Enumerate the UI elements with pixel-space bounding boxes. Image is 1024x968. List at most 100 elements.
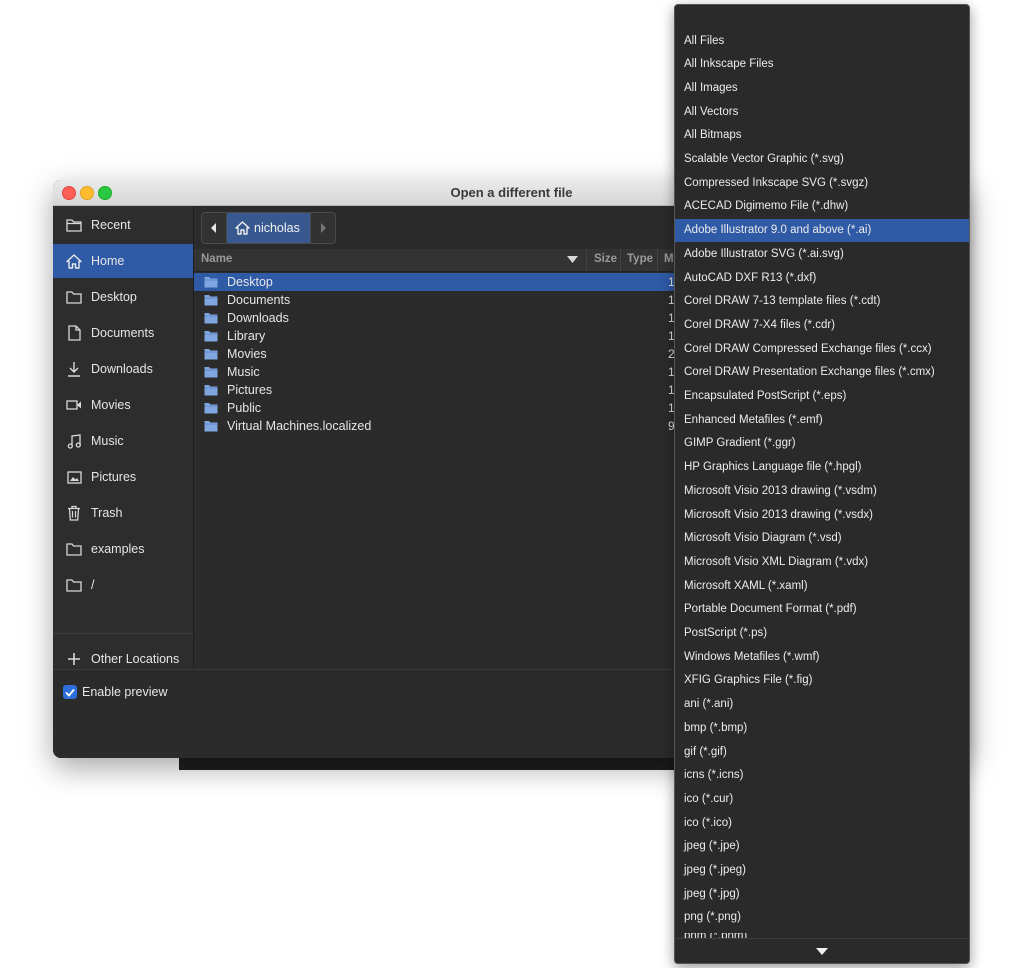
- column-header-modified[interactable]: M: [664, 253, 674, 265]
- file-name: Pictures: [227, 383, 273, 397]
- menu-item[interactable]: XFIG Graphics File (*.fig): [675, 669, 969, 692]
- menu-item[interactable]: Windows Metafiles (*.wmf): [675, 645, 969, 668]
- menu-item[interactable]: Microsoft Visio XML Diagram (*.vdx): [675, 550, 969, 573]
- file-type-dropdown-menu: pnm (*.pnm) All Files All Inkscape Files A…: [674, 4, 970, 964]
- folder-icon: [204, 420, 218, 432]
- folder-icon: [204, 294, 218, 306]
- picture-icon: [66, 469, 82, 485]
- menu-item[interactable]: Corel DRAW Compressed Exchange files (*.…: [675, 337, 969, 360]
- menu-item[interactable]: ico (*.ico): [675, 811, 969, 834]
- sidebar-item-root[interactable]: /: [53, 568, 193, 602]
- menu-item[interactable]: ico (*.cur): [675, 787, 969, 810]
- column-divider: [620, 249, 621, 271]
- menu-item[interactable]: Corel DRAW 7-13 template files (*.cdt): [675, 290, 969, 313]
- sidebar-item-label: Movies: [91, 398, 131, 412]
- music-icon: [66, 433, 82, 449]
- folder-icon: [204, 330, 218, 342]
- file-name: Downloads: [227, 311, 289, 325]
- menu-item[interactable]: Adobe Illustrator 9.0 and above (*.ai): [675, 218, 969, 242]
- file-name: Desktop: [227, 275, 273, 289]
- sidebar-item-label: Trash: [91, 506, 123, 520]
- folder-icon: [66, 541, 82, 557]
- sidebar-item-trash[interactable]: Trash: [53, 496, 193, 530]
- file-name: Library: [227, 329, 266, 343]
- menu-item[interactable]: All Vectors: [675, 100, 969, 123]
- document-icon: [66, 325, 82, 341]
- menu-item[interactable]: bmp (*.bmp): [675, 716, 969, 739]
- download-icon: [66, 361, 82, 377]
- menu-item[interactable]: Microsoft Visio 2013 drawing (*.vsdm): [675, 479, 969, 502]
- recent-icon: [66, 217, 82, 233]
- menu-item[interactable]: AutoCAD DXF R13 (*.dxf): [675, 266, 969, 289]
- places-sidebar: Other Locations Recent Home Desktop Documen…: [53, 206, 194, 669]
- arrow-down-icon: [816, 947, 828, 955]
- folder-icon: [66, 577, 82, 593]
- menu-item[interactable]: Microsoft Visio 2013 drawing (*.vsdx): [675, 503, 969, 526]
- sidebar-item-movies[interactable]: Movies: [53, 388, 193, 422]
- menu-item[interactable]: Adobe Illustrator SVG (*.ai.svg): [675, 242, 969, 265]
- enable-preview-row: Enable preview: [63, 685, 167, 699]
- folder-icon: [204, 366, 218, 378]
- sidebar-divider: [53, 633, 193, 634]
- background-window-edge: [179, 757, 674, 770]
- sidebar-item-music[interactable]: Music: [53, 424, 193, 458]
- sidebar-item-documents[interactable]: Documents: [53, 316, 193, 350]
- file-name: Music: [227, 365, 260, 379]
- menu-item[interactable]: Microsoft XAML (*.xaml): [675, 574, 969, 597]
- sidebar-item-label: Pictures: [91, 470, 137, 484]
- menu-item[interactable]: Encapsulated PostScript (*.eps): [675, 385, 969, 408]
- folder-icon: [204, 276, 218, 288]
- sidebar-item-label: Documents: [91, 326, 155, 340]
- sidebar-item-label: Recent: [91, 218, 131, 232]
- menu-item[interactable]: Compressed Inkscape SVG (*.svgz): [675, 171, 969, 194]
- menu-item[interactable]: Scalable Vector Graphic (*.svg): [675, 148, 969, 171]
- path-button-home[interactable]: nicholas: [226, 213, 311, 243]
- menu-item[interactable]: PostScript (*.ps): [675, 622, 969, 645]
- menu-item[interactable]: gif (*.gif): [675, 740, 969, 763]
- enable-preview-label[interactable]: Enable preview: [82, 685, 167, 699]
- sidebar-item-home[interactable]: Home: [53, 244, 193, 278]
- trash-icon: [66, 505, 82, 521]
- menu-item[interactable]: GIMP Gradient (*.ggr): [675, 432, 969, 455]
- sidebar-item-downloads[interactable]: Downloads: [53, 352, 193, 386]
- folder-icon: [204, 312, 218, 324]
- menu-item[interactable]: ani (*.ani): [675, 693, 969, 716]
- column-divider: [657, 249, 658, 271]
- folder-icon: [204, 384, 218, 396]
- folder-icon: [204, 348, 218, 360]
- menu-item[interactable]: Microsoft Visio Diagram (*.vsd): [675, 527, 969, 550]
- folder-icon: [204, 402, 218, 414]
- path-forward-button[interactable]: [311, 213, 335, 243]
- menu-scroll-down-button[interactable]: [675, 938, 969, 963]
- menu-item[interactable]: png (*.png): [675, 906, 969, 929]
- sidebar-item-examples[interactable]: examples: [53, 532, 193, 566]
- menu-item[interactable]: ACECAD Digimemo File (*.dhw): [675, 195, 969, 218]
- menu-item[interactable]: Portable Document Format (*.pdf): [675, 598, 969, 621]
- menu-item[interactable]: jpeg (*.jpe): [675, 835, 969, 858]
- column-header-size[interactable]: Size: [594, 253, 617, 265]
- menu-item[interactable]: icns (*.icns): [675, 764, 969, 787]
- sidebar-item-pictures[interactable]: Pictures: [53, 460, 193, 494]
- menu-item[interactable]: jpeg (*.jpeg): [675, 859, 969, 882]
- column-header-name[interactable]: Name: [201, 253, 232, 265]
- menu-item[interactable]: jpeg (*.jpg): [675, 882, 969, 905]
- menu-item[interactable]: All Files: [675, 29, 969, 52]
- menu-item[interactable]: All Images: [675, 76, 969, 99]
- sidebar-item-desktop[interactable]: Desktop: [53, 280, 193, 314]
- menu-item[interactable]: HP Graphics Language file (*.hpgl): [675, 456, 969, 479]
- sidebar-item-label: Desktop: [91, 290, 137, 304]
- menu-item[interactable]: Corel DRAW Presentation Exchange files (…: [675, 361, 969, 384]
- path-button-label: nicholas: [254, 221, 300, 235]
- column-header-type[interactable]: Type: [627, 253, 653, 265]
- menu-item[interactable]: All Inkscape Files: [675, 53, 969, 76]
- menu-item[interactable]: All Bitmaps: [675, 124, 969, 147]
- sidebar-item-recent[interactable]: Recent: [53, 208, 193, 242]
- enable-preview-checkbox[interactable]: [63, 685, 77, 699]
- file-name: Virtual Machines.localized: [227, 419, 372, 433]
- menu-item[interactable]: Corel DRAW 7-X4 files (*.cdr): [675, 313, 969, 336]
- sort-descending-icon[interactable]: [567, 256, 578, 263]
- sidebar-item-label: Music: [91, 434, 124, 448]
- path-back-button[interactable]: [202, 213, 226, 243]
- sidebar-item-label: Downloads: [91, 362, 153, 376]
- menu-item[interactable]: Enhanced Metafiles (*.emf): [675, 408, 969, 431]
